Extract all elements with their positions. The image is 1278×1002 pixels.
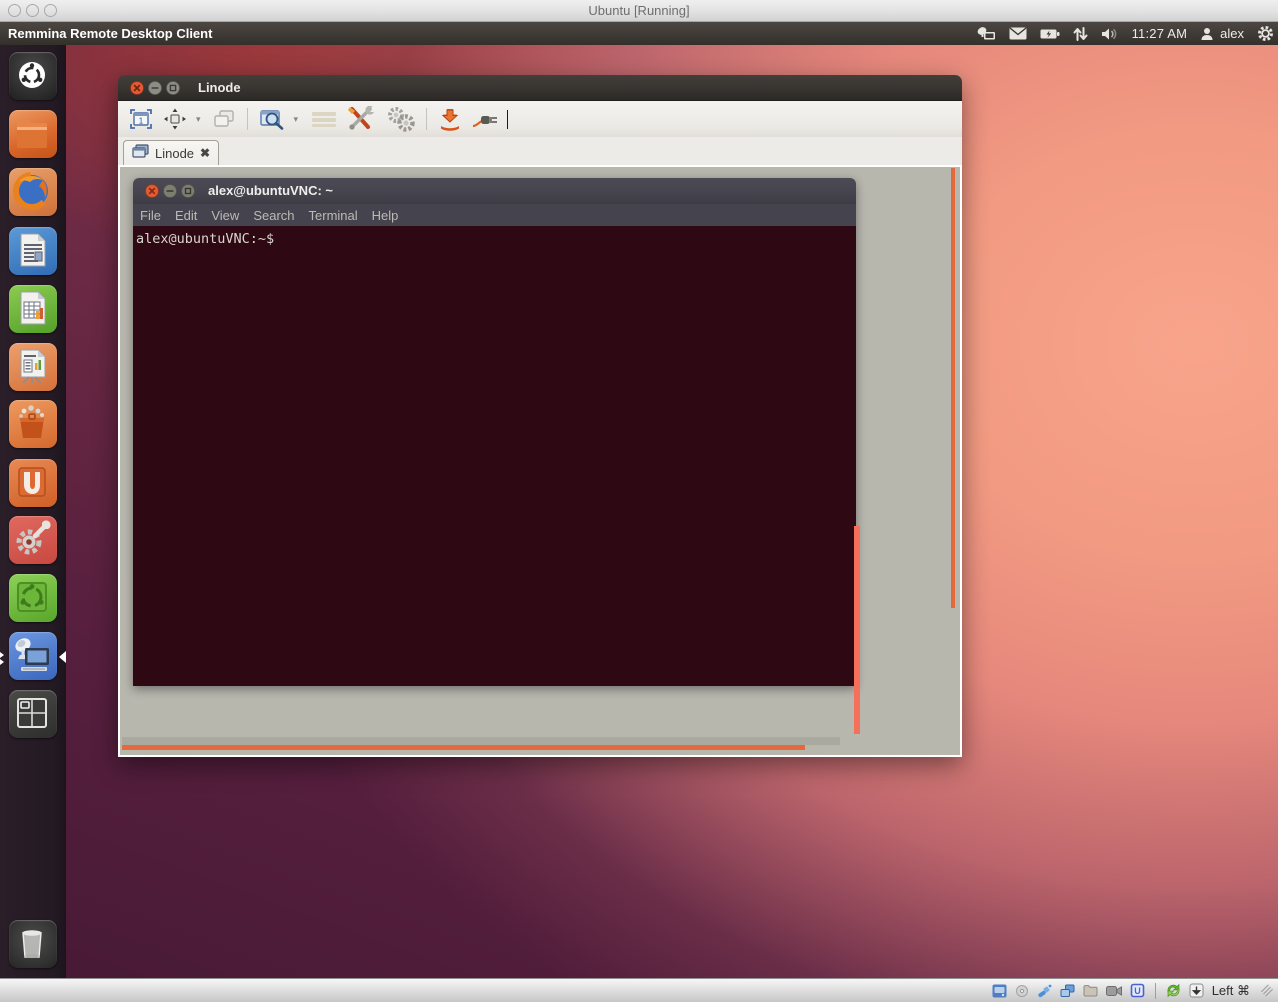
remmina-launcher-icon[interactable]: [9, 632, 57, 680]
remmina-maximize-button[interactable]: [166, 81, 180, 95]
battery-icon[interactable]: [1040, 28, 1060, 40]
optical-drives-icon[interactable]: [1015, 984, 1029, 998]
menu-search[interactable]: Search: [253, 208, 294, 223]
terminal-maximize-button[interactable]: [181, 184, 195, 198]
active-app-title: Remmina Remote Desktop Client: [8, 26, 212, 41]
remmina-window: Linode 1 ▾: [118, 75, 962, 757]
zoom-menu-chevron[interactable]: ▾: [288, 105, 305, 133]
system-settings-launcher-icon[interactable]: [9, 516, 57, 564]
menu-terminal[interactable]: Terminal: [309, 208, 358, 223]
terminal-body[interactable]: alex@ubuntuVNC:~$: [133, 226, 856, 686]
remmina-window-title: Linode: [198, 80, 241, 95]
grab-keyboard-icon[interactable]: [308, 105, 340, 133]
tab-window-icon: [132, 144, 149, 163]
svg-text:1: 1: [139, 117, 144, 126]
remmina-minimize-button[interactable]: [148, 81, 162, 95]
ubuntu-software-center-launcher-icon[interactable]: [9, 400, 57, 448]
remmina-running-pips: [0, 650, 5, 666]
remmina-focused-arrow: [59, 651, 66, 663]
volume-icon[interactable]: [1101, 27, 1119, 41]
remmina-toolbar: 1 ▾: [118, 101, 962, 137]
unity-launcher: [0, 45, 66, 978]
svg-text:U: U: [1134, 986, 1141, 996]
menu-view[interactable]: View: [211, 208, 239, 223]
vm-window-titlebar: Ubuntu [Running]: [0, 0, 1278, 22]
terminal-menubar: File Edit View Search Terminal Help: [133, 204, 856, 226]
terminal-minimize-button[interactable]: [163, 184, 177, 198]
tab-close-icon[interactable]: ✖: [200, 147, 210, 159]
terminal-prompt: alex@ubuntuVNC:~$: [136, 231, 274, 247]
hard-disks-icon[interactable]: [992, 984, 1007, 998]
scaled-zoom-icon[interactable]: [256, 105, 288, 133]
menu-help[interactable]: Help: [372, 208, 399, 223]
toolbar-text-caret: [507, 110, 508, 129]
menu-file[interactable]: File: [140, 208, 161, 223]
firefox-launcher-icon[interactable]: [9, 168, 57, 216]
libreoffice-writer-launcher-icon[interactable]: [9, 227, 57, 275]
vm-window-title: Ubuntu [Running]: [0, 3, 1278, 18]
resize-grip[interactable]: [1261, 984, 1273, 996]
preferences-gears-icon[interactable]: [382, 105, 418, 133]
ubuntu-one-launcher-icon[interactable]: [9, 459, 57, 507]
libreoffice-calc-launcher-icon[interactable]: [9, 285, 57, 333]
user-name[interactable]: alex: [1220, 26, 1244, 41]
dash-home-button[interactable]: [9, 52, 57, 100]
auto-resize-display-icon[interactable]: [1166, 983, 1181, 998]
terminal-window: alex@ubuntuVNC: ~ File Edit View Search …: [133, 178, 856, 686]
remmina-tabbar: Linode ✖: [118, 137, 962, 165]
terminal-window-title: alex@ubuntuVNC: ~: [208, 183, 333, 198]
virtualbox-statusbar: U Left ⌘: [0, 978, 1278, 1002]
network-traffic-icon[interactable]: [1073, 27, 1088, 41]
statusbar-separator: [1155, 983, 1156, 999]
ubuntu-top-panel: Remmina Remote Desktop Client: [0, 22, 1278, 45]
terminal-titlebar[interactable]: alex@ubuntuVNC: ~: [133, 178, 856, 204]
user-icon[interactable]: [1200, 27, 1214, 41]
terminal-overlay-scrollbar[interactable]: [854, 526, 860, 734]
messages-icon[interactable]: [1009, 27, 1027, 40]
remote-desktop-indicator-icon[interactable]: [976, 26, 996, 42]
virtualization-chip-icon[interactable]: U: [1130, 983, 1145, 998]
video-capture-icon[interactable]: [1106, 985, 1122, 997]
mouse-integration-icon[interactable]: [1189, 983, 1204, 998]
clock[interactable]: 11:27 AM: [1132, 26, 1188, 41]
tab-linode[interactable]: Linode ✖: [123, 140, 219, 165]
toolbar-separator: [426, 108, 427, 130]
remmina-titlebar[interactable]: Linode: [118, 75, 962, 101]
fit-window-icon[interactable]: [160, 105, 190, 133]
libreoffice-impress-launcher-icon[interactable]: [9, 343, 57, 391]
host-key-label: Left ⌘: [1212, 983, 1250, 999]
tools-icon[interactable]: [344, 105, 378, 133]
network-adapters-icon[interactable]: [1060, 984, 1075, 998]
toggle-fullscreen-icon[interactable]: 1: [126, 105, 156, 133]
disconnect-plug-icon[interactable]: [469, 105, 501, 133]
viewport-horizontal-scrollbar[interactable]: [122, 745, 805, 750]
usb-devices-icon[interactable]: [1037, 984, 1052, 998]
files-launcher-icon[interactable]: [9, 110, 57, 158]
toolbar-separator: [247, 108, 248, 130]
viewport-vertical-scrollbar[interactable]: [951, 168, 955, 608]
shared-folders-icon[interactable]: [1083, 984, 1098, 997]
ubuntu-green-emblem-launcher-icon[interactable]: [9, 574, 57, 622]
workspace-switcher-launcher-icon[interactable]: [9, 690, 57, 738]
remmina-close-button[interactable]: [130, 81, 144, 95]
fit-window-menu-chevron[interactable]: ▾: [190, 105, 207, 133]
session-gear-icon[interactable]: [1257, 25, 1274, 42]
menu-edit[interactable]: Edit: [175, 208, 197, 223]
trash-launcher-icon[interactable]: [9, 920, 57, 968]
minimize-to-tray-icon[interactable]: [435, 105, 465, 133]
remote-desktop-area[interactable]: alex@ubuntuVNC: ~ File Edit View Search …: [120, 167, 960, 755]
remmina-viewport: alex@ubuntuVNC: ~ File Edit View Search …: [118, 165, 962, 757]
horizontal-scrollbar-trough: [122, 737, 840, 745]
terminal-close-button[interactable]: [145, 184, 159, 198]
duplicate-connection-icon[interactable]: [209, 105, 239, 133]
tab-label: Linode: [155, 146, 194, 161]
